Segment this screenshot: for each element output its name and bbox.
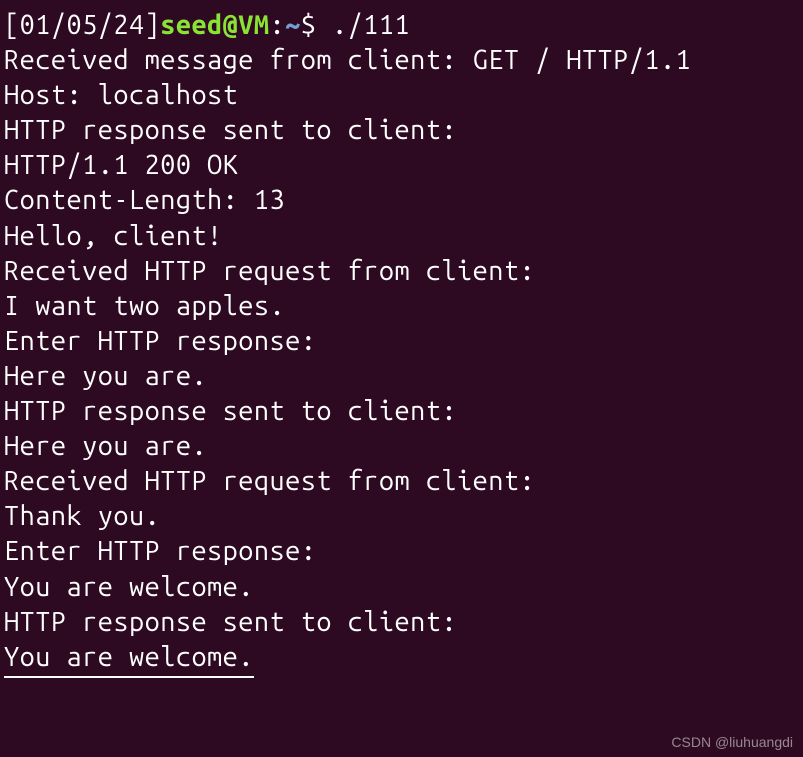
output-line: You are welcome.: [4, 570, 799, 605]
output-line: HTTP response sent to client:: [4, 605, 799, 640]
output-line: Hello, client!: [4, 219, 799, 254]
output-line: Received HTTP request from client:: [4, 254, 799, 289]
output-line: Here you are.: [4, 429, 799, 464]
output-line: Enter HTTP response:: [4, 534, 799, 569]
prompt-dollar: $: [301, 10, 317, 40]
output-line: Content-Length: 13: [4, 183, 799, 218]
output-last-underlined: You are welcome.: [4, 640, 254, 678]
prompt-line: [01/05/24]seed@VM:~$ ./111: [4, 8, 799, 43]
output-line: You are welcome.: [4, 640, 799, 678]
output-line: HTTP/1.1 200 OK: [4, 148, 799, 183]
output-line: HTTP response sent to client:: [4, 113, 799, 148]
terminal-content[interactable]: [01/05/24]seed@VM:~$ ./111 Received mess…: [4, 8, 799, 678]
output-line: Thank you.: [4, 499, 799, 534]
prompt-colon: :: [270, 10, 286, 40]
output-line: Received HTTP request from client:: [4, 464, 799, 499]
prompt-user-host: seed@VM: [160, 10, 269, 40]
output-line: I want two apples.: [4, 289, 799, 324]
prompt-date: [01/05/24]: [4, 10, 160, 40]
output-line: HTTP response sent to client:: [4, 394, 799, 429]
command-text: ./111: [332, 10, 410, 40]
output-line: Enter HTTP response:: [4, 324, 799, 359]
output-line: Host: localhost: [4, 78, 799, 113]
output-line: Received message from client: GET / HTTP…: [4, 43, 799, 78]
output-line: Here you are.: [4, 359, 799, 394]
watermark-text: CSDN @liuhuangdi: [671, 733, 793, 751]
prompt-path: ~: [285, 10, 301, 40]
